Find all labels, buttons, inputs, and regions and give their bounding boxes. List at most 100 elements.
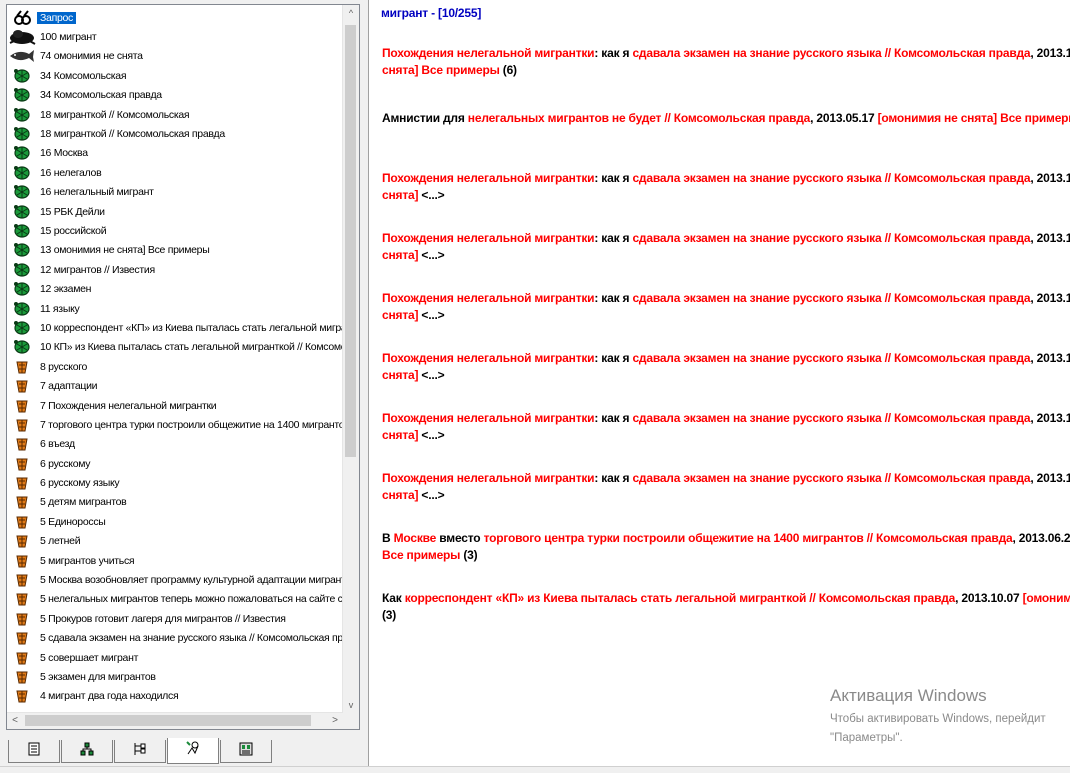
scroll-down-arrow[interactable]: v xyxy=(343,697,359,713)
result-link[interactable]: Похождения нелегальной мигрантки xyxy=(382,231,595,245)
tree-item[interactable]: 15 российской xyxy=(7,221,343,240)
tree-item[interactable]: 100 мигрант xyxy=(7,27,343,46)
result-link[interactable]: торгового центра турки построили общежит… xyxy=(484,531,1013,545)
tree-item[interactable]: 18 мигранткой // Комсомольская правда xyxy=(7,124,343,143)
result-link[interactable]: сдавала экзамен на знание русского языка… xyxy=(632,351,1030,365)
tree-item[interactable]: 5 нелегальных мигрантов теперь можно пож… xyxy=(7,590,359,609)
result-link[interactable]: сдавала экзамен на знание русского языка… xyxy=(632,171,1030,185)
network-tab-icon xyxy=(80,742,94,761)
result-link[interactable]: сдавала экзамен на знание русского языка… xyxy=(632,411,1030,425)
tree-item[interactable]: Запрос xyxy=(7,8,343,27)
result-link[interactable]: Похождения нелегальной мигрантки xyxy=(382,291,595,305)
tree-item[interactable]: 6 русскому языку xyxy=(7,473,343,492)
result-link[interactable]: Похождения нелегальной мигрантки xyxy=(382,351,595,365)
result-link[interactable]: снята] xyxy=(382,368,418,382)
result-link[interactable]: [омонимия не снята] Все примеры xyxy=(878,111,1070,125)
tree-item-label: 5 экзамен для мигрантов xyxy=(40,670,156,683)
result-text: (3) xyxy=(382,608,397,622)
tree-item-label: 10 корреспондент «КП» из Киева пыталась … xyxy=(40,321,360,334)
tree-item[interactable]: 5 Прокуров готовит лагеря для мигрантов … xyxy=(7,609,343,628)
result-link[interactable]: нелегальных мигрантов не будет // Комсом… xyxy=(468,111,811,125)
horizontal-scrollbar[interactable]: < > xyxy=(7,712,343,729)
tree-item[interactable]: 10 корреспондент «КП» из Киева пыталась … xyxy=(7,318,359,337)
scroll-left-arrow[interactable]: < xyxy=(7,713,23,729)
turtle-icon xyxy=(7,144,37,163)
result-text: : как я xyxy=(594,46,633,60)
turtle-icon xyxy=(7,318,37,337)
tree-item[interactable]: 16 нелегальный мигрант xyxy=(7,183,343,202)
watermark-line2: "Параметры". xyxy=(830,732,903,744)
tree-item-label: 5 летней xyxy=(40,535,81,548)
tab-search[interactable] xyxy=(167,738,219,764)
vertical-scroll-thumb[interactable] xyxy=(345,25,356,457)
shell-icon xyxy=(7,512,37,531)
tree-item[interactable]: 6 въезд xyxy=(7,435,343,454)
scroll-up-arrow[interactable]: ^ xyxy=(343,5,359,21)
shell-icon xyxy=(7,415,37,434)
tree-item[interactable]: 5 экзамен для мигрантов xyxy=(7,667,343,686)
result-link[interactable]: корреспондент «КП» из Киева пыталась ста… xyxy=(405,591,956,605)
tree-item[interactable]: 5 Москва возобновляет программу культурн… xyxy=(7,570,359,589)
tree-item[interactable]: 13 омонимия не снята] Все примеры xyxy=(7,241,343,260)
tree-item[interactable]: 6 русскому xyxy=(7,454,343,473)
result-link[interactable]: Похождения нелегальной мигрантки xyxy=(382,46,595,60)
tree-item-label: 7 торгового центра турки построили общеж… xyxy=(40,418,360,431)
result-link[interactable]: сдавала экзамен на знание русского языка… xyxy=(632,471,1030,485)
tree-item[interactable]: 7 Похождения нелегальной мигрантки xyxy=(7,396,343,415)
tree-item-label: 15 РБК Дейли xyxy=(40,205,105,218)
tree-item[interactable]: 16 нелегалов xyxy=(7,163,343,182)
tree-item-label: 7 адаптации xyxy=(40,380,98,393)
vertical-scrollbar[interactable]: ^ v xyxy=(342,5,359,713)
result-link[interactable]: сдавала экзамен на знание русского языка… xyxy=(632,231,1030,245)
scroll-right-arrow[interactable]: > xyxy=(327,713,343,729)
result-link[interactable]: сдавала экзамен на знание русского языка… xyxy=(632,291,1030,305)
tree-item[interactable]: 16 Москва xyxy=(7,144,343,163)
tree-item[interactable]: 5 сдавала экзамен на знание русского язы… xyxy=(7,629,359,648)
tree-item[interactable]: 18 мигранткой // Комсомольская xyxy=(7,105,343,124)
result-link[interactable]: Похождения нелегальной мигрантки xyxy=(382,411,595,425)
result-link[interactable]: снята] xyxy=(382,188,418,202)
tree-item-label: 15 российской xyxy=(40,224,107,237)
tree-item[interactable]: 74 омонимия не снята xyxy=(7,47,343,66)
result-entry: Похождения нелегальной мигрантки: как я … xyxy=(382,170,1070,204)
tree-view[interactable]: Запрос 100 мигрант 74 омонимия не снята 34 … xyxy=(6,4,360,730)
tree-item[interactable]: 4 мигрант два года находился xyxy=(7,687,343,706)
tree-item[interactable]: 15 РБК Дейли xyxy=(7,202,343,221)
tree-item[interactable]: 7 торгового центра турки построили общеж… xyxy=(7,415,359,434)
tree-item[interactable]: 5 мигрантов учиться xyxy=(7,551,343,570)
result-link[interactable]: снята] xyxy=(382,308,418,322)
result-link[interactable]: снята] xyxy=(382,248,418,262)
tree-item[interactable]: 12 мигрантов // Известия xyxy=(7,260,343,279)
tree-item[interactable]: 12 экзамен xyxy=(7,279,343,298)
tree-item[interactable]: 5 детям мигрантов xyxy=(7,493,343,512)
result-link[interactable]: сдавала экзамен на знание русского языка… xyxy=(632,46,1030,60)
result-link[interactable]: [омонимия не с xyxy=(1023,591,1070,605)
result-link[interactable]: Москве xyxy=(394,531,437,545)
tree-item[interactable]: 5 летней xyxy=(7,532,343,551)
watermark-title: Активация Windows xyxy=(830,686,987,705)
tab-book[interactable] xyxy=(220,740,272,763)
tree-item[interactable]: 34 Комсомольская xyxy=(7,66,343,85)
tree-item[interactable]: 5 совершает мигрант xyxy=(7,648,343,667)
tree-item-label: 6 русскому xyxy=(40,457,91,470)
tab-tree[interactable] xyxy=(114,740,166,763)
result-link[interactable]: Похождения нелегальной мигрантки xyxy=(382,471,595,485)
tree-item[interactable]: 11 языку xyxy=(7,299,343,318)
result-text: : как я xyxy=(594,411,633,425)
horizontal-scroll-thumb[interactable] xyxy=(25,715,311,726)
result-link[interactable]: снята] xyxy=(382,488,418,502)
tree-item[interactable]: 7 адаптации xyxy=(7,376,343,395)
result-link[interactable]: Похождения нелегальной мигрантки xyxy=(382,171,595,185)
tree-item[interactable]: 5 Единороссы xyxy=(7,512,343,531)
shell-icon xyxy=(7,532,37,551)
result-link[interactable]: снята] xyxy=(382,428,418,442)
tree-item-label: 5 детям мигрантов xyxy=(40,496,127,509)
tree-item[interactable]: 34 Комсомольская правда xyxy=(7,86,343,105)
result-entry: Похождения нелегальной мигрантки: как я … xyxy=(382,290,1070,324)
tab-network[interactable] xyxy=(61,740,113,763)
tab-document[interactable] xyxy=(8,740,60,763)
result-link[interactable]: снята] Все примеры xyxy=(382,63,500,77)
tree-item[interactable]: 8 русского xyxy=(7,357,343,376)
tree-item[interactable]: 10 КП» из Киева пыталась стать легальной… xyxy=(7,338,359,357)
result-link[interactable]: Все примеры xyxy=(382,548,460,562)
